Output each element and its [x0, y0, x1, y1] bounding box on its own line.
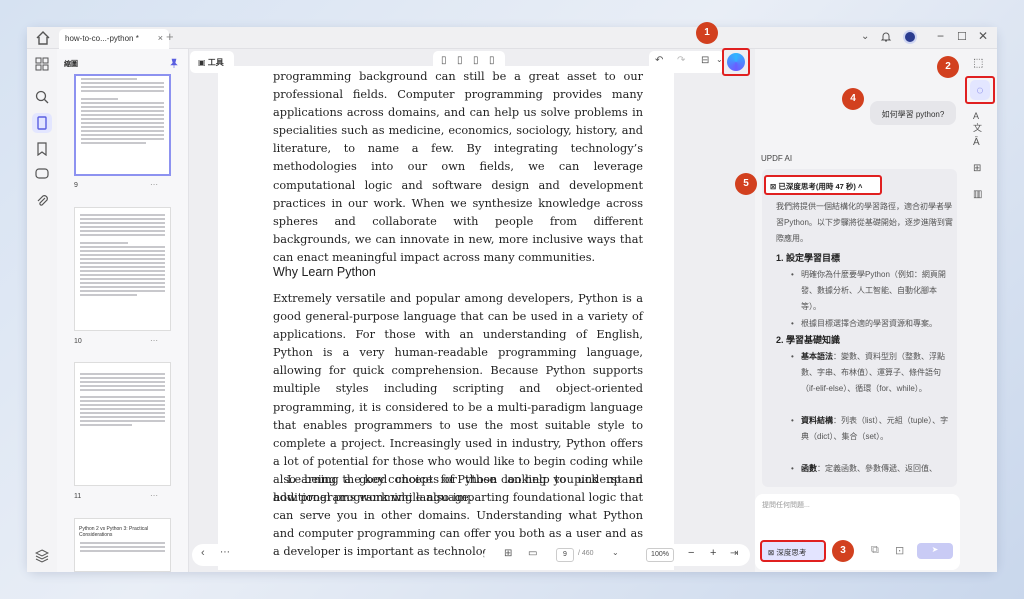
- close-icon[interactable]: ✕: [978, 29, 988, 43]
- section-2-title: 2. 學習基礎知識: [776, 335, 841, 345]
- bullet-icon: •: [791, 464, 794, 473]
- thumbnails-title: 縮圖: [64, 61, 78, 68]
- send-button[interactable]: ➤: [917, 543, 953, 559]
- item-label: 基本語法: [801, 352, 833, 361]
- comment-icon[interactable]: [35, 167, 49, 181]
- tab-close-icon[interactable]: ×: [158, 33, 163, 43]
- reader-mode-icon[interactable]: ⊞: [504, 548, 512, 559]
- maximize-icon[interactable]: ☐: [957, 30, 967, 43]
- page-input[interactable]: 9: [556, 548, 574, 562]
- thumbnail-more-icon[interactable]: ⋯: [150, 336, 158, 345]
- translate-icon[interactable]: A文: [973, 111, 987, 133]
- section-1-title: 1. 設定學習目標: [776, 253, 841, 263]
- section-2-item: 基本語法：變數、資料型別（整數、浮點數、字串、布林值）、運算子、條件語句（if-…: [801, 349, 953, 397]
- ai-intro: 我們將提供一個結構化的學習路徑，適合初學者學習Python。以下步驟將從基礎開始…: [776, 202, 953, 243]
- thumbnail-page-9[interactable]: [74, 74, 171, 176]
- tools-icon: ▣: [198, 58, 208, 67]
- thumbnail-page-number: 11: [74, 493, 82, 500]
- chevron-up-icon: ˄: [855, 182, 863, 191]
- thumbnail-page-11[interactable]: [74, 362, 171, 486]
- bookmark-icon[interactable]: [35, 142, 49, 156]
- document-page: programming background can still be a gr…: [218, 66, 674, 570]
- section-2-item: 資料結構：列表（list）、元組（tuple）、字典（dict）、集合（set）…: [801, 413, 953, 445]
- more-icon[interactable]: ⋯: [220, 547, 230, 558]
- item-label: 資料結構: [801, 416, 833, 425]
- deep-think-button[interactable]: ⊠ 深度思考: [760, 540, 826, 562]
- screenshot-icon[interactable]: ⧉: [871, 544, 879, 557]
- highlight-ai-button: [722, 48, 750, 76]
- highlight-ai-chat-icon: [965, 76, 995, 104]
- bullet-icon: •: [791, 352, 794, 361]
- bullet-icon: •: [791, 416, 794, 425]
- bottom-toolbar: ⊞ ▭ 9 / 460 ⌄ 100% − + ⇥: [484, 544, 750, 566]
- ai-label: UPDF AI: [761, 154, 793, 163]
- attachment-icon[interactable]: [35, 194, 49, 208]
- deep-think-label: 深度思考: [776, 548, 807, 557]
- presentation-icon[interactable]: ▭: [528, 548, 537, 559]
- step-badge-1: 1: [696, 22, 718, 44]
- grid-icon[interactable]: [35, 57, 49, 71]
- thumbnail-page-10[interactable]: [74, 207, 171, 331]
- zoom-in-button[interactable]: +: [710, 547, 716, 559]
- undo-icon[interactable]: ↶: [655, 55, 663, 66]
- item-text: ：定義函數、參數傳遞、返回值、: [817, 464, 937, 473]
- page-total: / 460: [578, 550, 594, 557]
- new-tab-button[interactable]: +: [166, 29, 174, 44]
- book-icon[interactable]: ▥: [973, 189, 987, 203]
- save-icon[interactable]: ⊟: [701, 55, 709, 66]
- summarize-icon[interactable]: ⊞: [973, 163, 987, 177]
- fit-width-icon[interactable]: ⇥: [730, 548, 738, 559]
- continuous-page-icon[interactable]: ▯: [457, 55, 463, 66]
- home-icon[interactable]: [35, 30, 51, 46]
- redo-icon[interactable]: ↷: [677, 55, 685, 66]
- search-icon[interactable]: [35, 90, 49, 104]
- thumbnail-more-icon[interactable]: ⋯: [150, 180, 158, 189]
- paragraph-1: programming background can still be a gr…: [273, 70, 643, 264]
- thinking-toggle[interactable]: ⊠ 已深度思考(用時 47 秒) ˄: [764, 175, 882, 195]
- minimize-icon[interactable]: −: [937, 29, 944, 43]
- bell-icon[interactable]: [880, 31, 892, 43]
- section-2-item: 函數：定義函數、參數傳遞、返回值、: [801, 461, 953, 479]
- thinking-label: 已深度思考(用時 47 秒): [778, 182, 856, 191]
- two-page-icon[interactable]: ▯: [473, 55, 479, 66]
- two-page-continuous-icon[interactable]: ▯: [489, 55, 495, 66]
- zoom-out-button[interactable]: −: [688, 547, 694, 559]
- chat-input[interactable]: 提問任何問題...: [762, 500, 810, 510]
- thumbnail-page-number: 9: [74, 182, 78, 189]
- chevron-down-icon[interactable]: ⌄: [861, 31, 869, 42]
- open-panel-icon[interactable]: ⬚: [973, 56, 987, 70]
- chevron-left-icon[interactable]: ‹: [201, 547, 205, 559]
- thumbnails-panel-icon[interactable]: [32, 113, 52, 133]
- zoom-input[interactable]: 100%: [646, 548, 674, 562]
- chevron-down-icon[interactable]: ⌄: [612, 548, 619, 557]
- document-tab[interactable]: how-to-co...-python * ×: [59, 29, 169, 49]
- capture-icon[interactable]: ⊡: [895, 544, 904, 557]
- layers-icon[interactable]: [35, 549, 49, 563]
- step-badge-2: 2: [937, 56, 959, 78]
- user-message: 如何學習 python?: [870, 101, 956, 125]
- bullet-icon: •: [791, 270, 794, 279]
- thumbnail-heading: Python 2 vs Python 3: Practical Consider…: [79, 526, 149, 538]
- step-badge-3: 3: [832, 540, 854, 562]
- bullet-icon: •: [791, 319, 794, 328]
- single-page-icon[interactable]: ▯: [441, 55, 447, 66]
- document-tab-label: how-to-co...-python *: [65, 34, 139, 43]
- item-label: 函數: [801, 464, 817, 473]
- section-1-item: 明確你為什麼要學Python（例如：網頁開發、數據分析、人工智能、自動化腳本等）…: [801, 270, 946, 311]
- explain-icon[interactable]: Ā: [973, 137, 987, 151]
- step-badge-5: 5: [735, 173, 757, 195]
- step-badge-4: 4: [842, 88, 864, 110]
- thumbnail-page-12[interactable]: Python 2 vs Python 3: Practical Consider…: [74, 518, 171, 572]
- thumbnail-more-icon[interactable]: ⋯: [150, 491, 158, 500]
- section-heading: Why Learn Python: [273, 265, 376, 279]
- thumbnail-page-number: 10: [74, 338, 82, 345]
- page-nav-pill: ‹ ⋯: [192, 544, 252, 566]
- pin-icon[interactable]: [169, 58, 179, 68]
- avatar[interactable]: [903, 30, 917, 44]
- section-1-item: 根據目標選擇合適的學習資源和專案。: [801, 319, 937, 328]
